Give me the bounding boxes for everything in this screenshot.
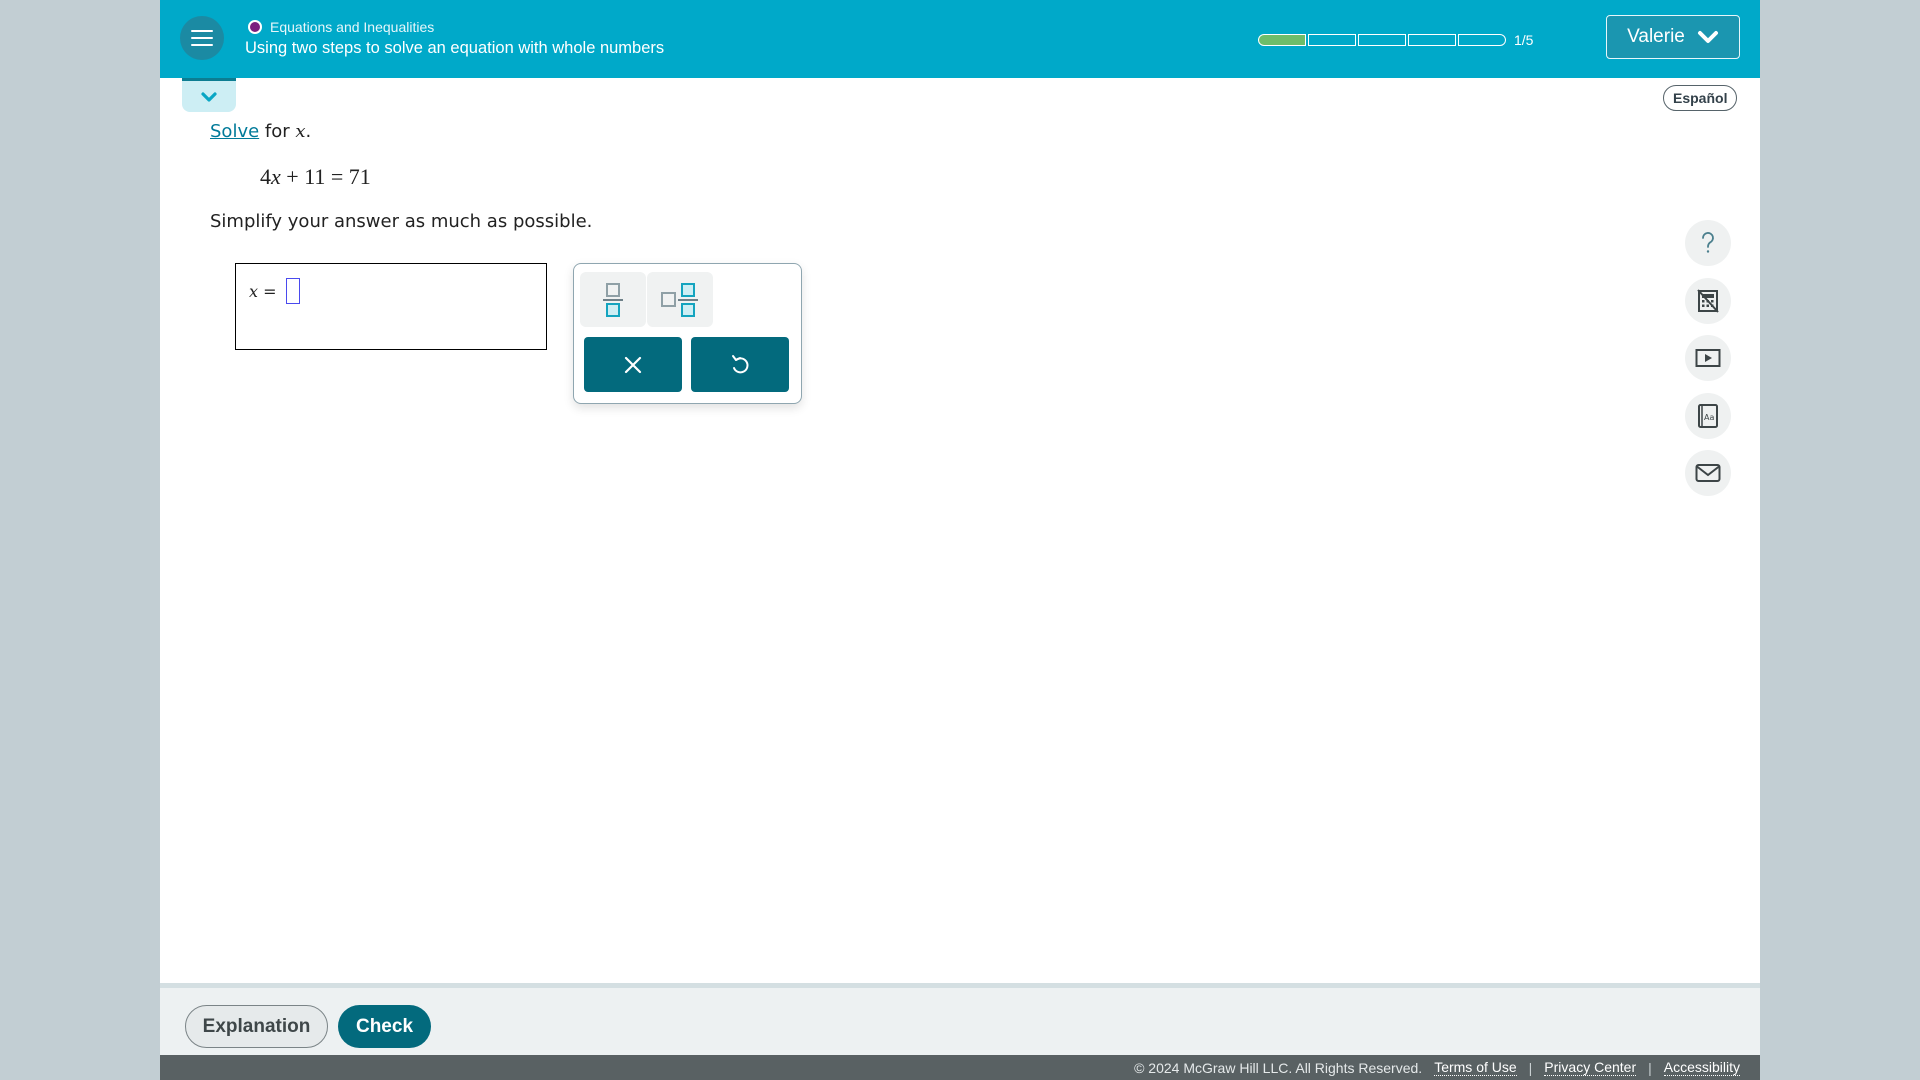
math-keypad: [573, 263, 802, 404]
answer-input[interactable]: [286, 278, 300, 304]
message-button[interactable]: [1685, 450, 1731, 496]
equation-operator: +: [280, 164, 305, 189]
menu-button[interactable]: [180, 16, 224, 60]
header-bar: Equations and Inequalities Using two ste…: [160, 0, 1760, 78]
progress-bar: 1/5: [1258, 32, 1533, 48]
hamburger-icon-line: [191, 44, 213, 46]
video-button[interactable]: [1685, 335, 1731, 381]
footer-separator: |: [1648, 1059, 1652, 1076]
undo-button[interactable]: [691, 337, 789, 392]
equation-rhs: 71: [348, 164, 371, 189]
topic-label: Equations and Inequalities: [270, 19, 435, 35]
simplify-instruction: Simplify your answer as much as possible…: [210, 211, 593, 232]
chevron-down-icon: [201, 91, 217, 102]
hamburger-icon-line: [191, 37, 213, 39]
help-button[interactable]: [1685, 220, 1731, 266]
explanation-button[interactable]: Explanation: [185, 1005, 328, 1048]
question-icon: [1702, 232, 1714, 253]
solve-link[interactable]: Solve: [210, 121, 259, 142]
footer-separator: |: [1528, 1059, 1533, 1076]
answer-equals: =: [258, 282, 277, 301]
instruction-text: for: [259, 121, 296, 142]
equation-coefficient: 4: [260, 164, 271, 189]
equation-equals: =: [325, 164, 349, 189]
check-button[interactable]: Check: [338, 1005, 431, 1048]
lesson-title: Using two steps to solve an equation wit…: [245, 39, 665, 57]
mail-icon: [1695, 464, 1721, 482]
progress-segment: [1258, 34, 1306, 46]
glossary-button[interactable]: Aa: [1685, 393, 1731, 439]
accessibility-link[interactable]: Accessibility: [1663, 1059, 1740, 1076]
copyright-text: © 2024 McGraw Hill LLC. All Rights Reser…: [1134, 1059, 1423, 1076]
chevron-down-icon: [1697, 31, 1718, 43]
progress-segment: [1308, 34, 1356, 46]
progress-label: 1/5: [1514, 32, 1534, 48]
answer-variable: x: [249, 282, 259, 301]
video-icon: [1695, 349, 1721, 367]
privacy-center-link[interactable]: Privacy Center: [1544, 1059, 1637, 1076]
collapse-header-button[interactable]: [182, 78, 236, 112]
clear-button[interactable]: [584, 337, 682, 392]
equation-variable: x: [271, 164, 281, 189]
progress-segment: [1358, 34, 1406, 46]
mixed-number-icon: [661, 282, 698, 317]
terms-of-use-link[interactable]: Terms of Use: [1434, 1059, 1517, 1076]
answer-area: x =: [235, 263, 547, 350]
espanol-button[interactable]: Español: [1663, 85, 1738, 111]
instruction-variable: x: [295, 121, 306, 142]
problem-instruction: Solve for x.: [210, 121, 311, 142]
progress-segment: [1408, 34, 1456, 46]
calculator-disabled-icon: [1697, 289, 1719, 313]
answer-label: x =: [249, 282, 277, 301]
user-name: Valerie: [1627, 26, 1685, 47]
undo-icon: [732, 354, 749, 373]
progress-segment: [1458, 34, 1506, 46]
hamburger-icon: [191, 30, 213, 32]
mixed-number-template-button[interactable]: [647, 272, 713, 327]
glossary-book-icon: Aa: [1698, 404, 1718, 428]
footer: © 2024 McGraw Hill LLC. All Rights Reser…: [160, 1055, 1760, 1080]
fraction-icon: [603, 282, 623, 317]
instruction-end: .: [305, 121, 312, 142]
app-window: Equations and Inequalities Using two ste…: [160, 0, 1760, 1080]
calculator-button[interactable]: [1685, 278, 1731, 324]
equation: 4x + 11 = 71: [260, 164, 371, 190]
fraction-template-button[interactable]: [580, 272, 646, 327]
bottom-action-bar: Explanation Check: [160, 983, 1760, 1055]
close-icon: [624, 356, 642, 373]
topic-dot-icon: [248, 20, 262, 34]
user-menu-button[interactable]: Valerie: [1606, 15, 1740, 59]
topic-row: Equations and Inequalities: [248, 19, 434, 35]
svg-text:Aa: Aa: [1704, 413, 1714, 422]
equation-constant: 11: [304, 164, 326, 189]
